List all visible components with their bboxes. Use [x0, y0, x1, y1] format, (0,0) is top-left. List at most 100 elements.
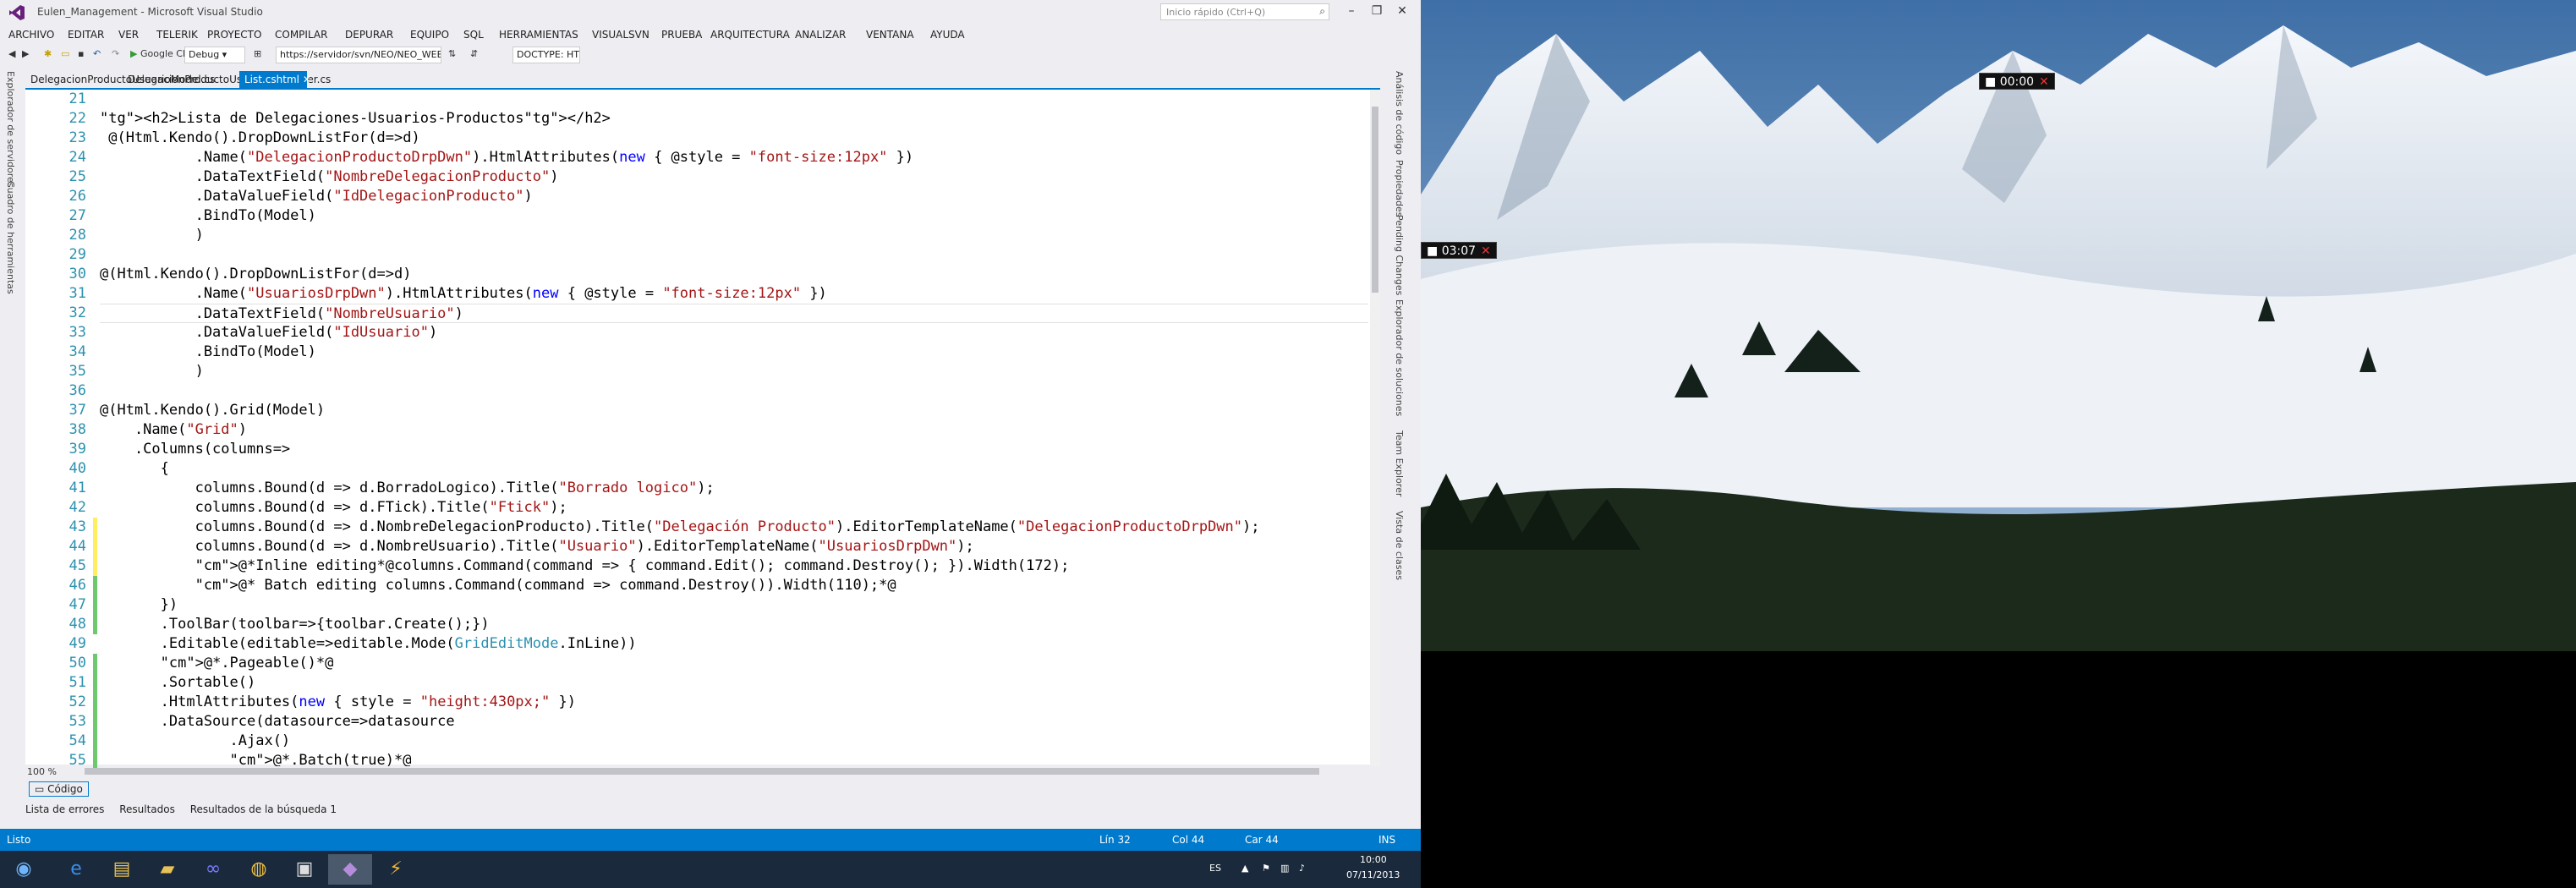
- close-button[interactable]: ✕: [1391, 3, 1413, 19]
- team-explorer-tab[interactable]: Team Explorer: [1394, 430, 1405, 496]
- svn-url-combo[interactable]: https://servidor/svn/NEO/NEO_WEBFRAME/Eu…: [276, 47, 441, 63]
- class-view-tab[interactable]: Vista de clases: [1394, 511, 1405, 580]
- menu-visualsvn[interactable]: VISUALSVN: [592, 29, 649, 41]
- code-line[interactable]: .ToolBar(toolbar=>{toolbar.Create();}): [100, 615, 490, 634]
- undo-icon[interactable]: ↶: [93, 48, 101, 59]
- menu-depurar[interactable]: DEPURAR: [345, 29, 393, 41]
- menu-prueba[interactable]: PRUEBA: [661, 29, 702, 41]
- code-line[interactable]: .Ajax(): [100, 732, 291, 751]
- tray-arrow-icon[interactable]: ▲: [1241, 863, 1248, 874]
- code-line[interactable]: .Sortable(): [100, 673, 256, 693]
- visual-studio-taskbar-icon[interactable]: ◆: [328, 854, 372, 885]
- lightning-app-icon[interactable]: ⚡: [374, 854, 418, 885]
- code-line[interactable]: .Name("Grid"): [100, 420, 247, 440]
- code-line[interactable]: columns.Bound(d => d.FTick).Title("Ftick…: [100, 498, 567, 518]
- clock-date[interactable]: 07/11/2013: [1346, 869, 1400, 880]
- language-indicator[interactable]: ES: [1209, 863, 1221, 874]
- clock-time[interactable]: 10:00: [1360, 854, 1387, 865]
- menu-compilar[interactable]: COMPILAR: [275, 29, 327, 41]
- code-line[interactable]: columns.Bound(d => d.BorradoLogico).Titl…: [100, 479, 715, 498]
- menu-analizar[interactable]: ANALIZAR: [795, 29, 846, 41]
- code-line[interactable]: .HtmlAttributes(new { style = "height:43…: [100, 693, 576, 712]
- menu-sql[interactable]: SQL: [463, 29, 484, 41]
- menu-arquitectura[interactable]: ARQUITECTURA: [710, 29, 790, 41]
- menu-archivo[interactable]: ARCHIVO: [8, 29, 54, 41]
- recording-timer-2[interactable]: ■ 03:07 ✕: [1421, 242, 1497, 259]
- server-explorer-tab[interactable]: Explorador de servidores: [5, 71, 16, 188]
- toolbox-tab[interactable]: Cuadro de herramientas: [5, 181, 16, 294]
- tab-list-cshtml[interactable]: List.cshtml ✕: [239, 71, 311, 88]
- new-project-icon[interactable]: ✱: [44, 48, 52, 59]
- code-line[interactable]: columns.Bound(d => d.NombreUsuario).Titl…: [100, 537, 974, 556]
- code-editor[interactable]: 21 22 23 24 25 26 27 28 29 30 31 32 33 34 35 36 37 38 39 40…: [25, 88, 1380, 770]
- properties-tab[interactable]: Propiedades: [1394, 160, 1405, 217]
- code-line[interactable]: .DataValueField("IdUsuario"): [100, 323, 438, 343]
- code-line[interactable]: .DataTextField("NombreUsuario"): [100, 304, 1368, 323]
- menu-ayuda[interactable]: AYUDA: [930, 29, 965, 41]
- error-list-tab[interactable]: Lista de errores: [25, 803, 104, 815]
- code-line[interactable]: "cm">@*.Pageable()*@: [100, 654, 334, 673]
- code-area[interactable]: "tg"><h2>Lista de Delegaciones-Usuarios-…: [100, 90, 1368, 766]
- code-line[interactable]: "cm">@* Batch editing columns.Command(co…: [100, 576, 896, 595]
- volume-icon[interactable]: ♪: [1299, 863, 1305, 874]
- menu-proyecto[interactable]: PROYECTO: [207, 29, 261, 41]
- code-analysis-tab[interactable]: Análisis de código: [1394, 71, 1405, 155]
- code-line[interactable]: @(Html.Kendo().DropDownListFor(d=>d): [100, 129, 419, 148]
- attach-icon[interactable]: ⊞: [254, 48, 261, 59]
- menu-ver[interactable]: VER: [118, 29, 139, 41]
- code-line[interactable]: }): [100, 595, 178, 615]
- code-line[interactable]: .BindTo(Model): [100, 206, 316, 226]
- code-line[interactable]: .Name("DelegacionProductoDrpDwn").HtmlAt…: [100, 148, 914, 167]
- find-results-tab[interactable]: Resultados de la búsqueda 1: [190, 803, 337, 815]
- infinity-app-icon[interactable]: ∞: [191, 854, 235, 885]
- menu-telerik[interactable]: TELERIK: [156, 29, 198, 41]
- code-line[interactable]: .DataTextField("NombreDelegacionProducto…: [100, 167, 559, 187]
- open-folder-icon[interactable]: ▭: [61, 48, 69, 59]
- code-line[interactable]: .Columns(columns=>: [100, 440, 290, 459]
- zoom-level[interactable]: 100 %: [27, 766, 57, 777]
- menu-equipo[interactable]: EQUIPO: [410, 29, 449, 41]
- code-line[interactable]: .BindTo(Model): [100, 343, 316, 362]
- code-line[interactable]: .Name("UsuariosDrpDwn").HtmlAttributes(n…: [100, 284, 827, 304]
- doctype-combo[interactable]: DOCTYPE: HTML5: [512, 47, 580, 63]
- timer-2-close-icon[interactable]: ✕: [1481, 244, 1491, 258]
- code-line[interactable]: .Editable(editable=>editable.Mode(GridEd…: [100, 634, 637, 654]
- solution-explorer-tab[interactable]: Explorador de soluciones: [1394, 299, 1405, 416]
- menu-editar[interactable]: EDITAR: [68, 29, 104, 41]
- network-icon[interactable]: ▥: [1280, 863, 1289, 874]
- timer-1-close-icon[interactable]: ✕: [2039, 75, 2049, 89]
- start-button-icon[interactable]: ◉: [2, 854, 46, 885]
- redo-icon[interactable]: ↷: [112, 48, 119, 59]
- file-explorer-icon[interactable]: ▤: [100, 854, 144, 885]
- quick-launch-input[interactable]: Inicio rápido (Ctrl+Q) ⌕: [1160, 3, 1329, 20]
- forward-icon[interactable]: ▶: [22, 48, 29, 59]
- svn-commit-icon[interactable]: ⇵: [470, 48, 478, 59]
- pending-changes-tab[interactable]: Pending Changes: [1394, 215, 1405, 295]
- code-line[interactable]: .DataSource(datasource=>datasource: [100, 712, 455, 732]
- close-tab-icon[interactable]: ✕: [303, 74, 311, 85]
- window-app-icon[interactable]: ▣: [282, 854, 326, 885]
- output-tab[interactable]: Resultados: [119, 803, 175, 815]
- folder-icon[interactable]: ▰: [145, 854, 189, 885]
- internet-explorer-icon[interactable]: e: [54, 854, 98, 885]
- code-line[interactable]: columns.Bound(d => d.NombreDelegacionPro…: [100, 518, 1260, 537]
- menu-ventana[interactable]: VENTANA: [866, 29, 914, 41]
- menu-herramientas[interactable]: HERRAMIENTAS: [499, 29, 578, 41]
- back-icon[interactable]: ◀: [8, 48, 15, 59]
- vertical-scrollbar[interactable]: [1370, 90, 1380, 766]
- code-line[interactable]: @(Html.Kendo().DropDownListFor(d=>d): [100, 265, 411, 284]
- code-view-button[interactable]: ▭ Código: [29, 781, 89, 797]
- save-icon[interactable]: ▪: [78, 48, 84, 59]
- scroll-thumb[interactable]: [1372, 107, 1378, 293]
- code-line[interactable]: {: [100, 459, 169, 479]
- code-line[interactable]: @(Html.Kendo().Grid(Model): [100, 401, 325, 420]
- config-combo[interactable]: Debug ▾: [184, 47, 245, 63]
- code-line[interactable]: "tg"><h2>Lista de Delegaciones-Usuarios-…: [100, 109, 611, 129]
- horizontal-scrollbar[interactable]: [85, 768, 1319, 775]
- code-line[interactable]: ): [100, 362, 204, 381]
- code-line[interactable]: .DataValueField("IdDelegacionProducto"): [100, 187, 533, 206]
- flag-icon[interactable]: ⚑: [1262, 863, 1270, 874]
- code-line[interactable]: "cm">@*Inline editing*@columns.Command(c…: [100, 556, 1070, 576]
- svn-update-icon[interactable]: ⇅: [448, 48, 456, 59]
- start-debug-icon[interactable]: ▶: [130, 48, 137, 59]
